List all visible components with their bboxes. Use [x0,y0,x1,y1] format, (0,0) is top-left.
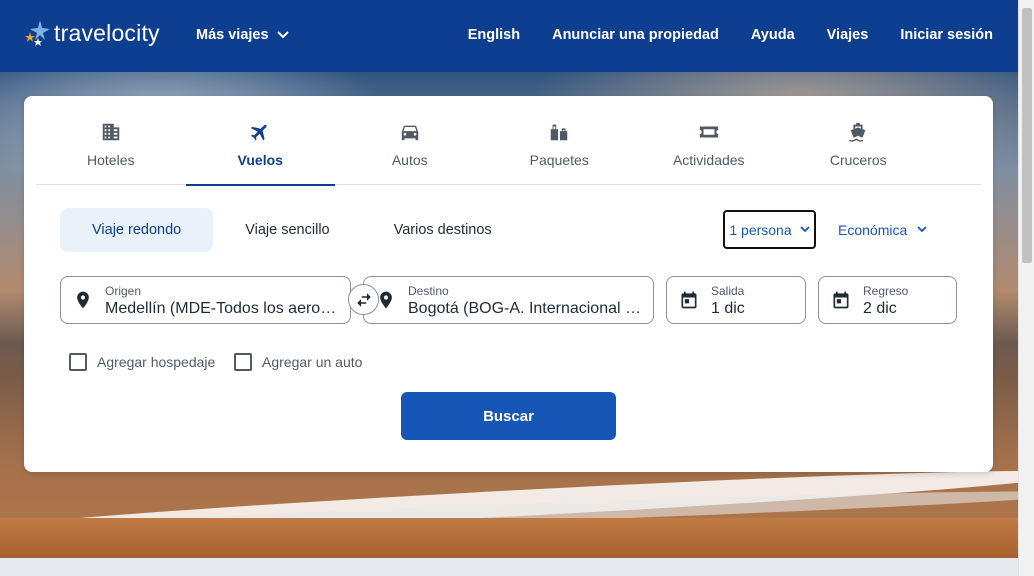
tab-hotels[interactable]: Hoteles [36,96,186,185]
scrollbar-thumb[interactable] [1022,8,1032,263]
return-date-field[interactable]: Regreso 2 dic [818,276,957,324]
product-tabs: Hoteles Vuelos Autos Paquetes Actividade… [36,96,981,186]
location-pin-icon [380,291,392,309]
chevron-down-icon [276,31,289,39]
add-car-label: Agregar un auto [262,354,363,370]
swap-arrows-icon [356,292,371,307]
location-pin-icon [77,291,89,309]
luggage-icon [551,124,568,141]
header-links: English Anunciar una propiedad Ayuda Via… [468,27,993,43]
sign-in-link[interactable]: Iniciar sesión [900,27,993,43]
more-trips-menu[interactable]: Más viajes [196,27,289,43]
page-scrollbar[interactable] [1018,0,1034,576]
ticket-icon [699,126,718,138]
swap-locations-button[interactable] [348,284,379,315]
tab-packages[interactable]: Paquetes [485,96,635,185]
checkbox-box[interactable] [234,353,252,371]
search-form-card: Hoteles Vuelos Autos Paquetes Actividade… [24,96,993,472]
calendar-icon [833,291,849,309]
list-property-link[interactable]: Anunciar una propiedad [552,27,719,43]
origin-label: Origen [105,284,142,298]
tab-activities[interactable]: Actividades [634,96,784,185]
logo-star-icon [25,20,50,46]
departure-date-field[interactable]: Salida 1 dic [666,276,806,324]
checkbox-box[interactable] [69,353,87,371]
return-value: 2 dic [863,300,897,317]
departure-label: Salida [711,284,745,298]
departure-value: 1 dic [711,300,745,317]
origin-field[interactable]: Origen Medellín (MDE-Todos los aeropuert… [60,276,351,324]
trip-multi-city[interactable]: Varios destinos [362,208,524,252]
destination-field[interactable]: Destino Bogotá (BOG-A. Internacional El … [363,276,654,324]
chevron-down-icon [800,226,810,233]
plane-icon [251,124,267,141]
beach-sand [0,518,1018,558]
trip-type-selector: Viaje redondo Viaje sencillo Varios dest… [60,208,524,252]
cabin-class-dropdown[interactable]: Económica [838,210,927,249]
tab-packages-label: Paquetes [529,152,589,168]
tab-hotels-label: Hoteles [87,152,135,168]
ship-icon [849,122,866,142]
tab-flights[interactable]: Vuelos [185,96,336,186]
chevron-down-icon [917,226,927,233]
add-car-checkbox[interactable]: Agregar un auto [234,353,362,371]
tab-flights-label: Vuelos [237,152,283,168]
add-hotel-checkbox[interactable]: Agregar hospedaje [69,353,215,371]
calendar-icon [681,291,697,309]
search-button[interactable]: Buscar [401,392,616,440]
tab-cars[interactable]: Autos [335,96,485,185]
logo-wordmark: travelocity [54,19,160,46]
destination-label: Destino [408,284,449,298]
language-link[interactable]: English [468,27,520,43]
trip-one-way[interactable]: Viaje sencillo [213,208,361,252]
help-link[interactable]: Ayuda [751,27,795,43]
travelocity-logo[interactable]: travelocity [24,18,160,48]
trips-link[interactable]: Viajes [827,27,869,43]
more-trips-label: Más viajes [196,27,269,43]
return-label: Regreso [863,284,909,298]
tab-activities-label: Actividades [672,152,745,168]
tab-cruises[interactable]: Cruceros [784,96,934,185]
add-hotel-label: Agregar hospedaje [97,354,216,370]
destination-value: Bogotá (BOG-A. Internacional El Dorado) [408,300,641,317]
top-navigation: travelocity Más viajes English Anunciar … [0,0,1018,72]
building-icon [102,123,119,141]
travellers-value: 1 persona [729,221,792,238]
trip-round-trip[interactable]: Viaje redondo [60,208,214,252]
tab-cars-label: Autos [391,152,428,168]
page-bottom [0,558,1018,576]
origin-value: Medellín (MDE-Todos los aeropuertos) [105,300,338,317]
tab-cruises-label: Cruceros [829,152,887,168]
cabin-class-value: Económica [838,221,908,238]
car-icon [401,125,418,141]
travellers-dropdown[interactable]: 1 persona [723,210,816,249]
